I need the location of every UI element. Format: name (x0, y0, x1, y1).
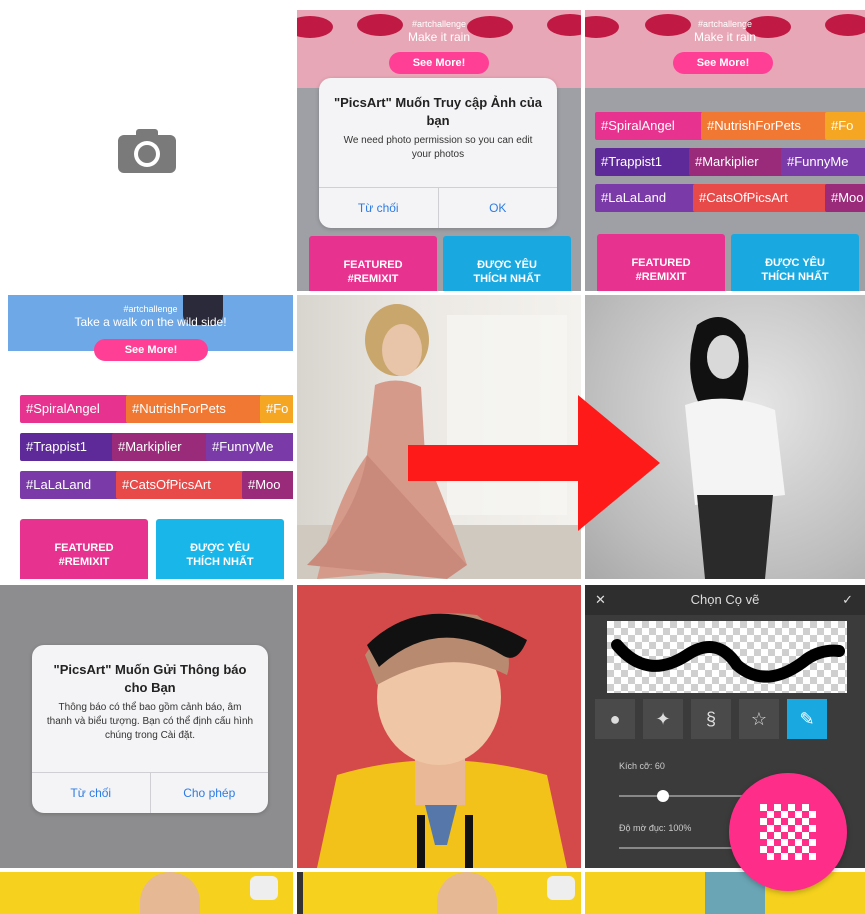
tag-chip[interactable]: #CatsOfPicsArt (116, 471, 248, 499)
brush-feather-icon[interactable]: ✎ (787, 699, 827, 739)
feed-screenshot-2[interactable]: #artchallenge Take a walk on the wild si… (0, 295, 293, 579)
check-icon[interactable]: ✓ (842, 585, 853, 615)
tag-chip[interactable]: #SpiralAngel (20, 395, 130, 423)
lips-banner: #artchallenge Make it rain See More! (297, 10, 581, 88)
popular-tile[interactable]: ĐƯỢC YÊU THÍCH NHẤT (156, 519, 284, 579)
size-label: Kích cỡ: 60 (619, 761, 665, 771)
camera-tile[interactable] (0, 10, 293, 291)
tag-chip[interactable]: #LaLaLand (20, 471, 122, 499)
partial-photo-2[interactable] (297, 872, 581, 914)
feed-screenshot[interactable]: #artchallenge Make it rain See More! #Sp… (585, 10, 865, 291)
allow-button[interactable]: Cho phép (149, 773, 269, 813)
tag-chip[interactable]: #Moo (242, 471, 293, 499)
featured-tile[interactable]: FEATURED #REMIXIT (597, 234, 725, 291)
banner-text: #artchallenge Make it rain (407, 19, 471, 44)
tag-chip[interactable]: #Fo (260, 395, 293, 423)
featured-tile[interactable]: FEATURED #REMIXIT (20, 519, 148, 579)
photo-permission-dialog: "PicsArt" Muốn Truy cập Ảnh của bạn We n… (319, 78, 557, 228)
dialog-title: "PicsArt" Muốn Gửi Thông báo cho Bạn (53, 662, 247, 695)
brush-picker-title: Chọn Cọ vẽ (690, 592, 760, 607)
deny-button[interactable]: Từ chối (32, 773, 150, 813)
notification-permission-screenshot[interactable]: "PicsArt" Muốn Gửi Thông báo cho Bạn Thô… (0, 585, 293, 868)
notification-permission-dialog: "PicsArt" Muốn Gửi Thông báo cho Bạn Thô… (32, 645, 268, 813)
tag-chip[interactable]: #Markiplier (689, 148, 785, 176)
deny-button[interactable]: Từ chối (319, 188, 438, 228)
brush-header: ✕ Chọn Cọ vẽ ✓ (585, 585, 865, 615)
opacity-label: Độ mờ đục: 100% (619, 823, 692, 833)
opacity-slider[interactable] (619, 847, 749, 849)
tag-chip[interactable]: #LaLaLand (595, 184, 697, 212)
popular-tile[interactable]: ĐƯỢC YÊU THÍCH NHẤT (443, 236, 571, 291)
brush-curve-icon[interactable]: § (691, 699, 731, 739)
brush-spark-icon[interactable]: ✦ (643, 699, 683, 739)
checkerboard-icon (760, 804, 816, 860)
tag-chip[interactable]: #Trappist1 (595, 148, 693, 176)
brush-options: ● ✦ § ☆ ✎ (595, 699, 855, 745)
size-slider[interactable] (619, 790, 749, 802)
close-icon[interactable]: ✕ (595, 585, 606, 615)
photo-man-with-hat[interactable] (297, 585, 581, 868)
tag-chip[interactable]: #Fo (825, 112, 865, 140)
tag-chip[interactable]: #Trappist1 (20, 433, 118, 461)
checkerboard-fab-button[interactable] (729, 773, 847, 891)
tag-chip[interactable]: #Markiplier (112, 433, 212, 461)
dialog-message: Thông báo có thể bao gồm cảnh báo, âm th… (46, 702, 254, 741)
ok-button[interactable]: OK (437, 188, 558, 228)
banner-text: #artchallenge Make it rain (693, 19, 757, 44)
dialog-message: We need photo permission so you can edit… (343, 135, 533, 160)
tag-chip[interactable]: #FunnyMe (206, 433, 293, 461)
tag-chip[interactable]: #NutrishForPets (126, 395, 264, 423)
photo-permission-screenshot[interactable]: #artchallenge Make it rain See More! FEA… (297, 10, 581, 291)
tag-chip[interactable]: #SpiralAngel (595, 112, 703, 140)
see-more-button[interactable]: See More! (389, 52, 489, 74)
brush-preview (607, 621, 847, 693)
dialog-title: "PicsArt" Muốn Truy cập Ảnh của bạn (333, 95, 543, 128)
tag-chip[interactable]: #FunnyMe (781, 148, 865, 176)
camera-icon (117, 128, 176, 173)
brush-star-icon[interactable]: ☆ (739, 699, 779, 739)
featured-tile[interactable]: FEATURED #REMIXIT (309, 236, 437, 291)
arrow-right-icon (408, 395, 660, 531)
partial-photo-1[interactable] (0, 872, 293, 914)
tag-chip[interactable]: #NutrishForPets (701, 112, 829, 140)
see-more-button[interactable]: See More! (94, 339, 208, 361)
see-more-button[interactable]: See More! (673, 52, 773, 74)
brush-round-icon[interactable]: ● (595, 699, 635, 739)
man-photo-illustration (317, 613, 567, 868)
popular-tile[interactable]: ĐƯỢC YÊU THÍCH NHẤT (731, 234, 859, 291)
tag-chip[interactable]: #CatsOfPicsArt (693, 184, 829, 212)
tag-chip[interactable]: #Moo (825, 184, 865, 212)
lips-banner: #artchallenge Make it rain See More! (585, 10, 865, 88)
